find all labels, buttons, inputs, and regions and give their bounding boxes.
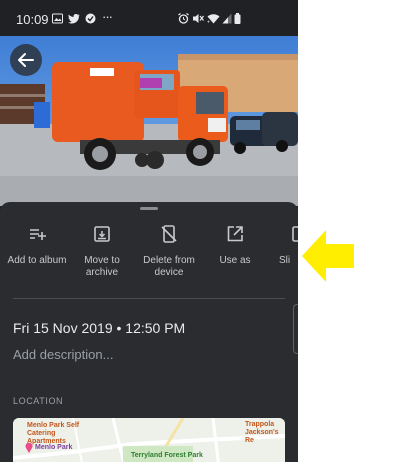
map-label-menlo-park: Menlo Park: [35, 444, 73, 451]
status-time: 10:09: [16, 12, 49, 27]
map-label-menlo-self-catering: Menlo Park Self Catering Apartments: [27, 422, 80, 445]
delete-from-device-label: Delete from device: [143, 255, 195, 278]
vpn-icon: [85, 13, 96, 24]
use-as-button[interactable]: Use as: [200, 224, 270, 267]
open-external-icon: [227, 226, 243, 242]
archive-icon: [94, 226, 110, 242]
location-heading: LOCATION: [13, 396, 64, 406]
move-to-archive-button[interactable]: Move to archive: [67, 224, 137, 279]
alarm-icon: [178, 13, 189, 24]
phone-screen: 10:09 ··· + Add to album Move to archive…: [0, 0, 298, 462]
move-to-archive-label: Move to archive: [84, 255, 120, 278]
use-as-label: Use as: [219, 255, 251, 266]
mute-icon: [193, 14, 204, 23]
delete-from-device-button[interactable]: Delete from device: [134, 224, 204, 279]
map-label-trappola: Trappola Jackson's Re: [245, 421, 279, 444]
location-map[interactable]: Menlo Park Self Catering Apartments Menl…: [13, 418, 285, 462]
slideshow-button[interactable]: Sli: [262, 224, 298, 267]
battery-icon: [234, 13, 241, 24]
map-label-terryland: Terryland Forest Park: [131, 452, 203, 459]
details-edge-border: [293, 304, 298, 354]
highlight-arrow-icon: [302, 230, 354, 282]
add-to-playlist-icon: [30, 229, 46, 240]
image-icon: [52, 13, 63, 24]
drag-handle[interactable]: [140, 207, 158, 210]
svg-text:+: +: [207, 20, 210, 25]
date-time-text[interactable]: Fri 15 Nov 2019 • 12:50 PM: [13, 320, 185, 336]
street-sweeper-photo: [0, 36, 298, 206]
add-to-album-label: Add to album: [7, 255, 67, 266]
back-button[interactable]: [10, 44, 42, 76]
wifi-icon: +: [207, 14, 220, 25]
delete-from-device-icon: [161, 225, 177, 243]
twitter-icon: [68, 14, 80, 24]
map-pin-icon: [25, 443, 33, 453]
arrow-back-icon: [18, 53, 34, 67]
photo-view[interactable]: [0, 36, 298, 206]
slideshow-label: Sli: [279, 255, 291, 266]
divider: [13, 298, 285, 299]
add-description-field[interactable]: Add description...: [13, 347, 113, 362]
more-notifications-icon: ···: [102, 9, 113, 24]
status-bar: 10:09 ··· +: [0, 0, 298, 36]
signal-icon: [222, 13, 232, 24]
details-sheet[interactable]: Add to album Move to archive Delete from…: [0, 202, 298, 462]
slideshow-icon: [292, 226, 298, 242]
add-to-album-button[interactable]: Add to album: [2, 224, 72, 267]
